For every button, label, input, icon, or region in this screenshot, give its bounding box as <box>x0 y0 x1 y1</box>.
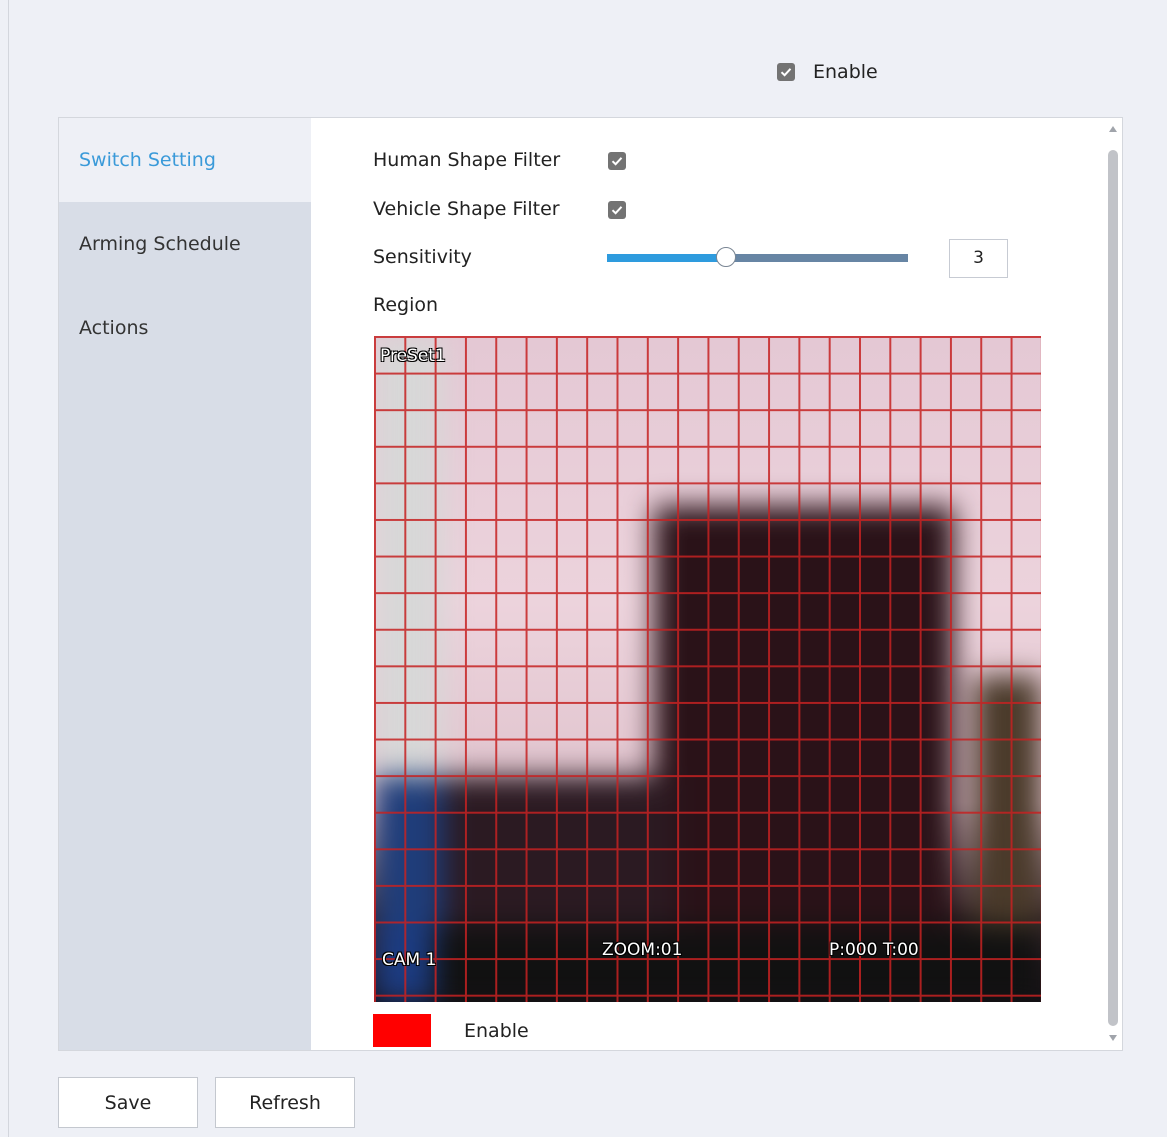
osd-pan-tilt-text: P:000 T:00 <box>829 940 919 960</box>
sensitivity-label: Sensitivity <box>373 246 472 268</box>
check-icon <box>780 68 792 77</box>
region-color-swatch[interactable] <box>373 1014 431 1047</box>
vehicle-shape-filter-checkbox[interactable] <box>608 201 626 219</box>
sensitivity-value-input[interactable]: 3 <box>949 239 1008 278</box>
vertical-scrollbar[interactable] <box>1104 118 1122 1050</box>
settings-panel: Switch Setting Arming Schedule Actions H… <box>58 117 1123 1051</box>
sidebar-item-label: Arming Schedule <box>79 233 241 255</box>
sidebar-item-label: Actions <box>79 317 149 339</box>
sidebar-item-arming-schedule[interactable]: Arming Schedule <box>59 202 311 286</box>
osd-camera-text: CAM 1 <box>382 950 437 970</box>
refresh-button[interactable]: Refresh <box>215 1077 355 1128</box>
check-icon <box>611 206 623 215</box>
sidebar-item-actions[interactable]: Actions <box>59 286 311 370</box>
scrollbar-thumb[interactable] <box>1108 150 1118 1026</box>
slider-thumb[interactable] <box>716 247 737 267</box>
region-enable-label: Enable <box>464 1020 529 1042</box>
enable-toggle[interactable]: Enable <box>777 61 878 83</box>
osd-preset-text: PreSet1 <box>380 346 446 366</box>
vehicle-shape-filter-label: Vehicle Shape Filter <box>373 198 560 220</box>
scroll-down-icon[interactable] <box>1109 1035 1117 1041</box>
sidebar-item-switch-setting[interactable]: Switch Setting <box>59 118 311 202</box>
osd-zoom-text: ZOOM:01 <box>602 940 683 960</box>
page-left-border <box>8 0 9 1137</box>
region-grid[interactable] <box>374 336 1041 1002</box>
check-icon <box>611 157 623 166</box>
sidebar: Switch Setting Arming Schedule Actions <box>59 118 311 1050</box>
region-label: Region <box>373 294 439 316</box>
enable-checkbox[interactable] <box>777 63 795 81</box>
region-video-preview[interactable]: PreSet1 CAM 1 ZOOM:01 P:000 T:00 <box>374 336 1041 1002</box>
save-button[interactable]: Save <box>58 1077 198 1128</box>
sidebar-item-label: Switch Setting <box>79 149 216 171</box>
scroll-up-icon[interactable] <box>1109 126 1117 132</box>
slider-fill <box>607 254 728 262</box>
enable-label: Enable <box>813 61 878 83</box>
human-shape-filter-label: Human Shape Filter <box>373 149 561 171</box>
sensitivity-slider[interactable] <box>607 247 908 268</box>
human-shape-filter-checkbox[interactable] <box>608 152 626 170</box>
